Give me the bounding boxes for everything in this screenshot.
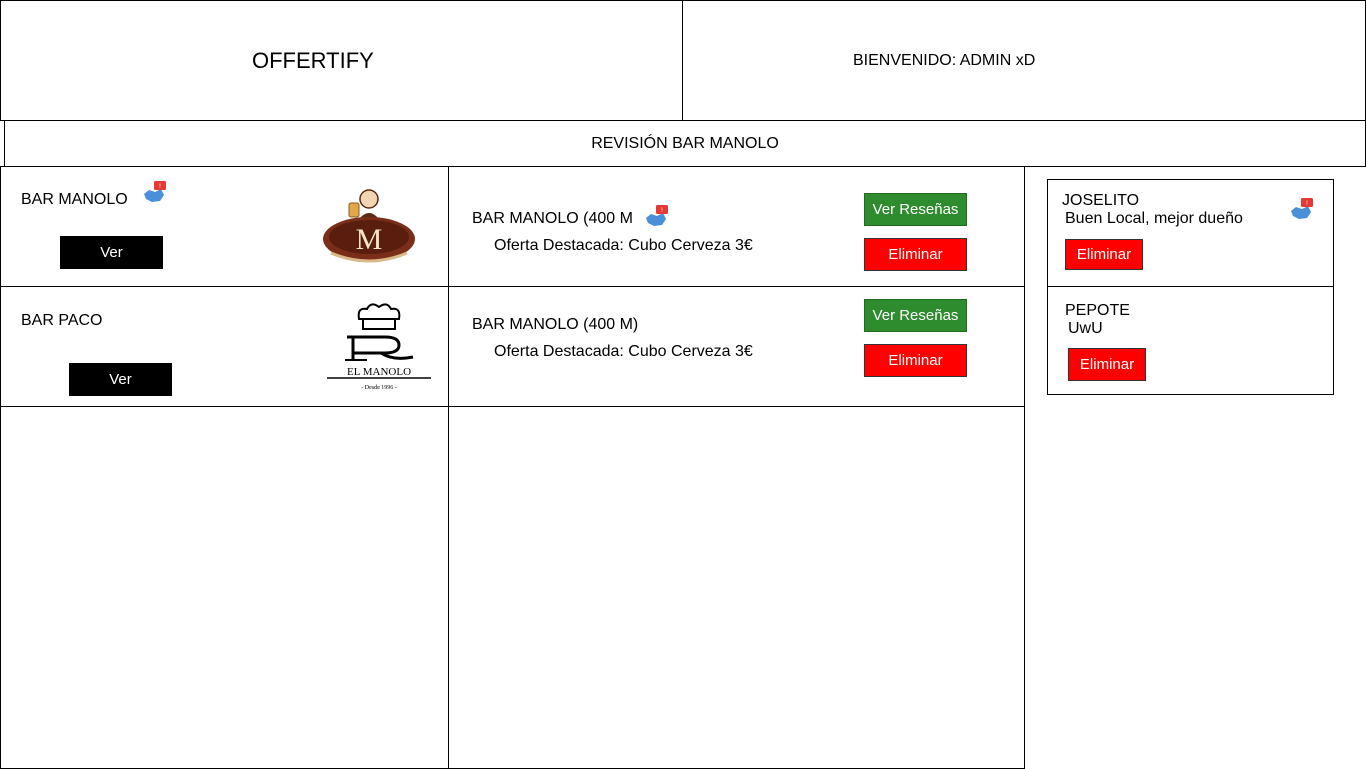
review-text: Buen Local, mejor dueño	[1065, 210, 1243, 227]
header-left-panel: OFFERTIFY	[0, 0, 684, 121]
offer-highlight: Oferta Destacada: Cubo Cerveza 3€	[494, 343, 753, 360]
offer-title: BAR MANOLO (400 M)	[472, 316, 639, 333]
logo-letter: M	[356, 223, 383, 256]
offer-item: BAR MANOLO (400 M ! Oferta Destacada: Cu…	[448, 166, 1025, 288]
offer-highlight: Oferta Destacada: Cubo Cerveza 3€	[494, 237, 753, 254]
bar-manolo-logo: M	[323, 189, 415, 263]
logo-subtext: - Desde 1996 -	[361, 385, 397, 391]
view-bar-button[interactable]: Ver	[69, 363, 172, 396]
subheader-bar: REVISIÓN BAR MANOLO	[4, 120, 1366, 167]
offer-title: BAR MANOLO (400 M	[472, 210, 633, 227]
app-title: OFFERTIFY	[252, 48, 374, 73]
view-reviews-button[interactable]: Ver Reseñas	[864, 193, 967, 226]
notification-icon[interactable]: !	[643, 204, 671, 230]
delete-review-button[interactable]: Eliminar	[1068, 348, 1146, 381]
bar-name: BAR PACO	[21, 312, 103, 329]
review-item: JOSELITO Buen Local, mejor dueño ! Elimi…	[1047, 179, 1334, 288]
delete-offer-button[interactable]: Eliminar	[864, 344, 967, 377]
bar-list-item: BAR MANOLO ! Ver M	[0, 166, 450, 288]
delete-offer-button[interactable]: Eliminar	[864, 238, 967, 271]
bar-name: BAR MANOLO	[21, 191, 128, 208]
review-author: PEPOTE	[1065, 302, 1130, 319]
delete-review-button[interactable]: Eliminar	[1065, 239, 1143, 270]
review-item: PEPOTE UwU Eliminar	[1047, 286, 1334, 395]
page-title: REVISIÓN BAR MANOLO	[591, 135, 779, 152]
notification-icon[interactable]: !	[141, 180, 169, 206]
bar-list-empty-area	[0, 406, 450, 769]
notification-icon[interactable]: !	[1288, 197, 1316, 223]
view-bar-button[interactable]: Ver	[60, 236, 163, 269]
logo-text: EL MANOLO	[347, 366, 411, 378]
view-reviews-button[interactable]: Ver Reseñas	[864, 299, 967, 332]
bar-paco-logo: EL MANOLO - Desde 1996 -	[327, 303, 431, 391]
review-author: JOSELITO	[1062, 192, 1140, 209]
bar-list-item: BAR PACO Ver EL MANOLO - Desde 1996 -	[0, 286, 450, 408]
offer-item: BAR MANOLO (400 M) Oferta Destacada: Cub…	[448, 286, 1025, 408]
header-right-panel: BIENVENIDO: ADMIN xD	[682, 0, 1366, 121]
welcome-text: BIENVENIDO: ADMIN xD	[853, 52, 1036, 69]
offer-list-empty-area	[448, 406, 1025, 769]
review-text: UwU	[1068, 320, 1103, 337]
